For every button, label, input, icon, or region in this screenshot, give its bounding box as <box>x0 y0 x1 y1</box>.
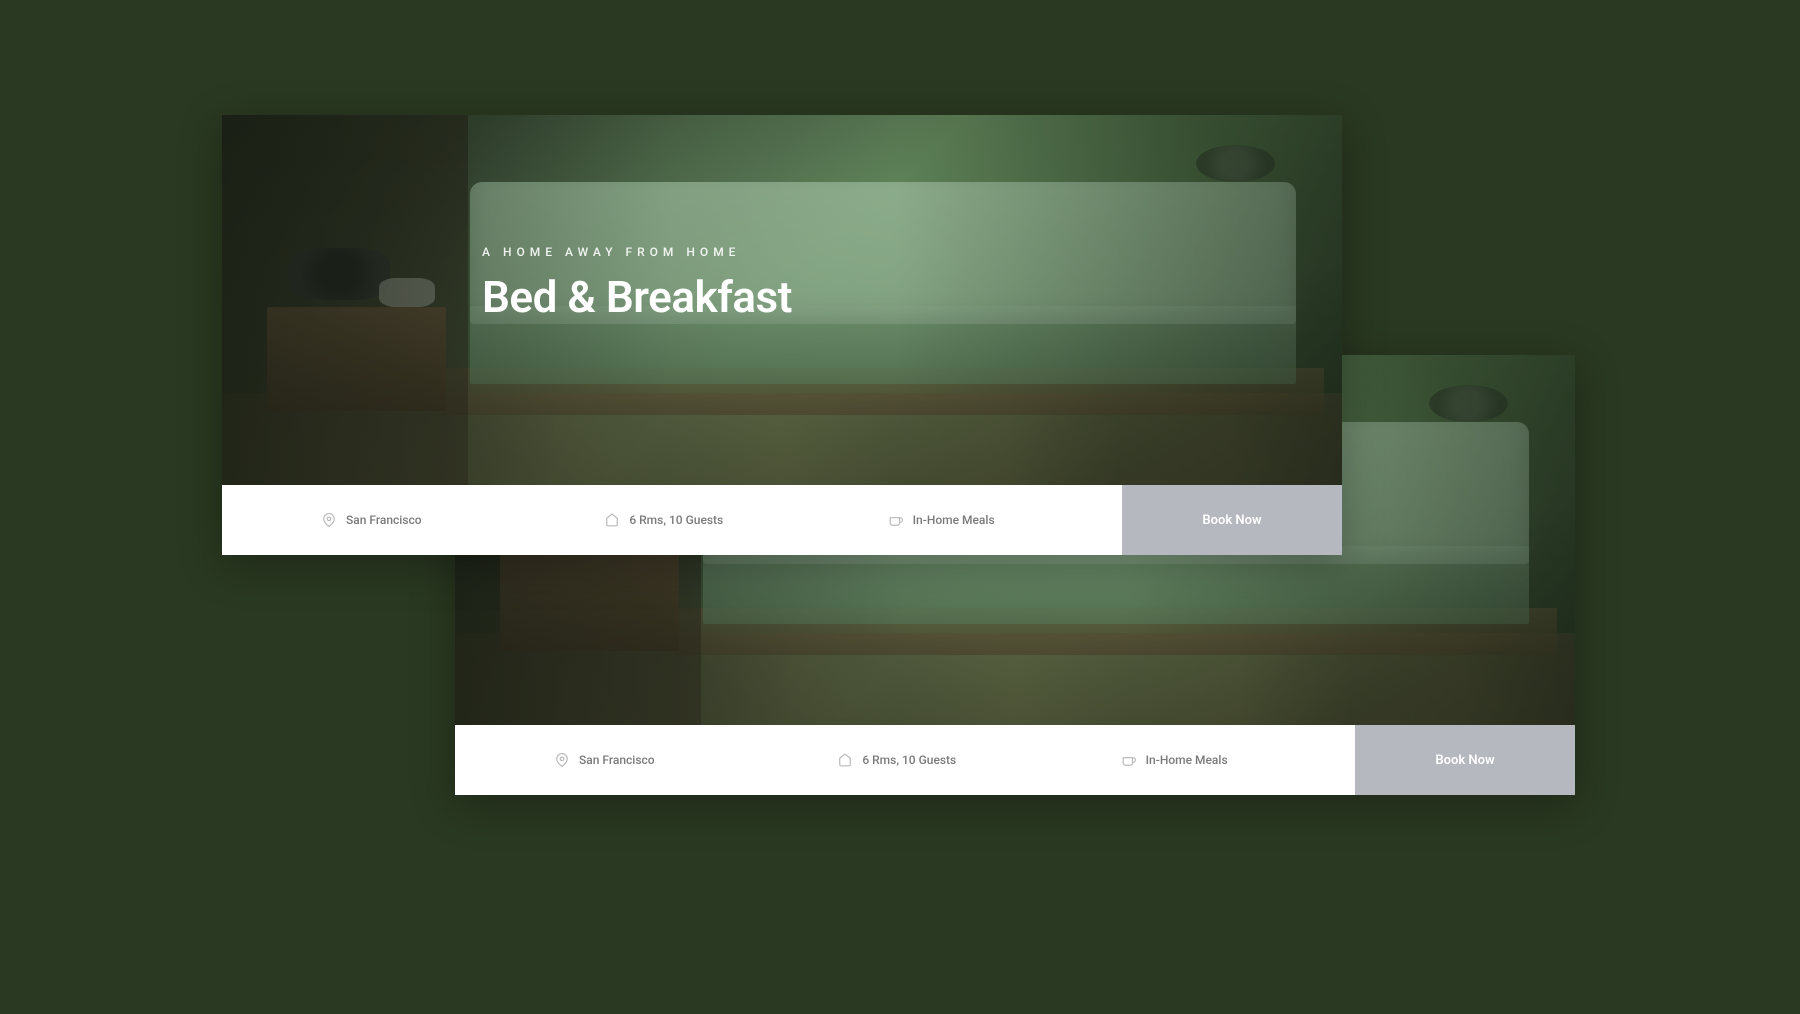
meal-icon <box>1122 753 1136 767</box>
info-location: San Francisco <box>222 485 555 555</box>
home-icon <box>605 513 619 527</box>
info-capacity-text: 6 Rms, 10 Guests <box>629 513 723 527</box>
info-capacity-text: 6 Rms, 10 Guests <box>862 753 956 767</box>
info-meals: In-Home Meals <box>1072 725 1355 795</box>
hero-title: Bed & Breakfast <box>482 271 792 323</box>
hero-tagline: A HOME AWAY FROM HOME <box>482 245 792 259</box>
info-location: San Francisco <box>455 725 788 795</box>
hero-image: A HOME AWAY FROM HOME Bed & Breakfast <box>222 115 1342 485</box>
book-now-button[interactable]: Book Now <box>1122 485 1342 555</box>
location-pin-icon <box>322 513 336 527</box>
info-location-text: San Francisco <box>346 513 422 527</box>
home-icon <box>838 753 852 767</box>
info-meals: In-Home Meals <box>839 485 1122 555</box>
meal-icon <box>889 513 903 527</box>
info-capacity: 6 Rms, 10 Guests <box>788 725 1071 795</box>
book-now-label: Book Now <box>1202 513 1261 528</box>
info-location-text: San Francisco <box>579 753 655 767</box>
book-now-label: Book Now <box>1435 753 1494 768</box>
info-capacity: 6 Rms, 10 Guests <box>555 485 838 555</box>
hero-card-front: A HOME AWAY FROM HOME Bed & Breakfast Sa… <box>222 115 1342 555</box>
info-meals-text: In-Home Meals <box>913 513 995 527</box>
info-bar: San Francisco 6 Rms, 10 Guests In-Home M… <box>222 485 1342 555</box>
location-pin-icon <box>555 753 569 767</box>
info-meals-text: In-Home Meals <box>1146 753 1228 767</box>
hero-text-block: A HOME AWAY FROM HOME Bed & Breakfast <box>482 245 792 323</box>
book-now-button[interactable]: Book Now <box>1355 725 1575 795</box>
info-bar: San Francisco 6 Rms, 10 Guests In-Home M… <box>455 725 1575 795</box>
